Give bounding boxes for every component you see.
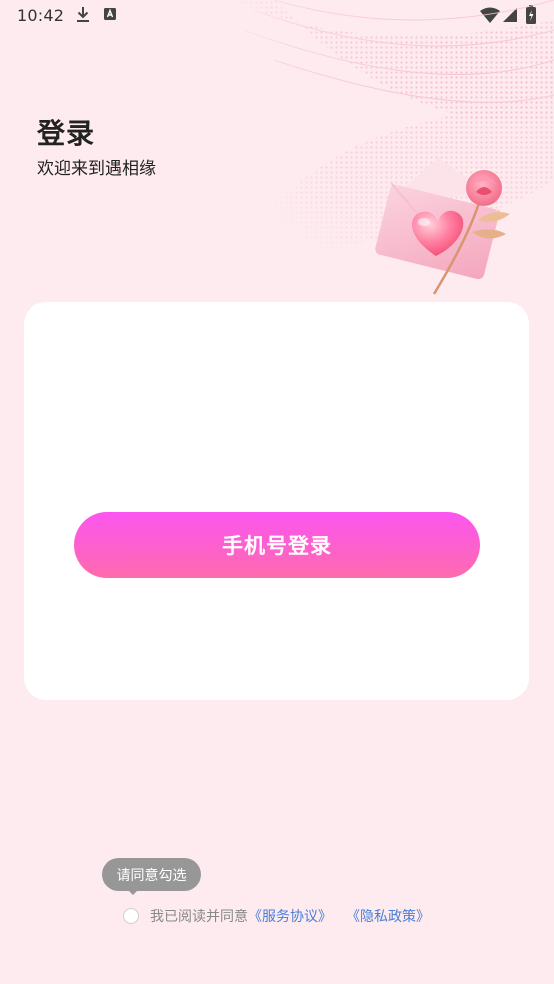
love-letter-illustration — [368, 148, 518, 298]
service-agreement-link[interactable]: 《服务协议》 — [248, 906, 332, 926]
download-icon — [76, 6, 90, 28]
agreement-row: 我已阅读并同意 《服务协议》 《隐私政策》 — [123, 905, 430, 927]
agree-checkbox[interactable] — [123, 908, 139, 924]
keyboard-a-icon — [103, 6, 117, 26]
page-subtitle: 欢迎来到遇相缘 — [37, 159, 156, 179]
page-title: 登录 — [37, 117, 96, 150]
phone-login-button[interactable]: 手机号登录 — [74, 512, 480, 578]
login-card — [24, 302, 529, 700]
tooltip-arrow — [127, 889, 139, 895]
privacy-policy-link[interactable]: 《隐私政策》 — [346, 906, 430, 926]
status-time: 10:42 — [17, 6, 65, 25]
agreement-text: 我已阅读并同意 — [150, 909, 248, 925]
agree-tooltip: 请同意勾选 — [102, 858, 201, 891]
